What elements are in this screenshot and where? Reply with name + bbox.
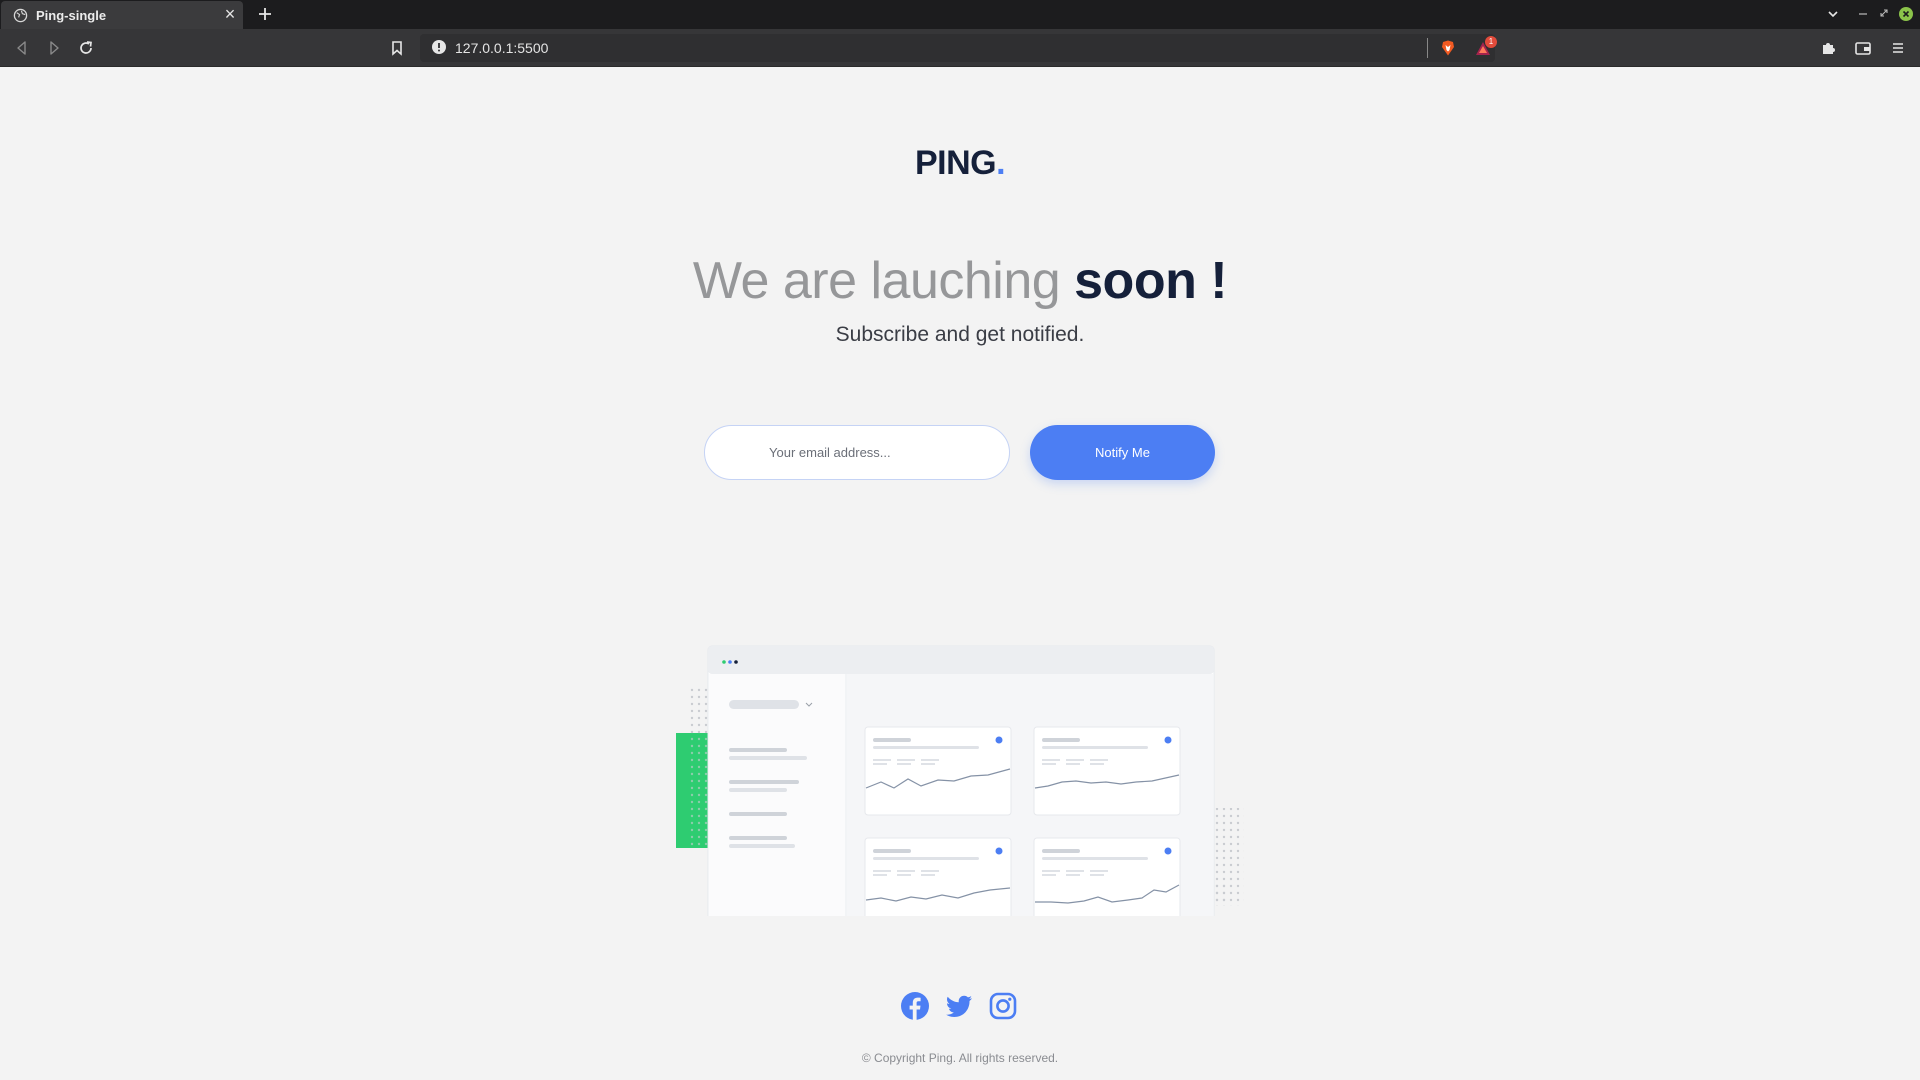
app-sidebar bbox=[709, 674, 845, 916]
toolbar-divider bbox=[1427, 38, 1428, 58]
tab-list-icon[interactable] bbox=[1825, 6, 1841, 22]
app-window-titlebar bbox=[708, 646, 1214, 674]
active-tab[interactable]: Ping-single × bbox=[1, 1, 243, 29]
page-viewport: PING. We are lauching soon ! Subscribe a… bbox=[0, 68, 1920, 1080]
chart-card bbox=[864, 837, 1012, 916]
headline-bold: soon ! bbox=[1074, 252, 1228, 310]
browser-toolbar: 127.0.0.1:5500 1 bbox=[0, 29, 1920, 67]
chart-card bbox=[864, 726, 1012, 816]
tab-strip: Ping-single × bbox=[0, 0, 1920, 29]
dashboard-illustration: slack bbox=[676, 645, 1244, 916]
chart-card bbox=[1033, 726, 1181, 816]
new-tab-icon[interactable] bbox=[255, 4, 275, 24]
page-title: We are lauching soon ! bbox=[0, 251, 1920, 311]
bookmark-icon[interactable] bbox=[388, 39, 406, 57]
tab-title: Ping-single bbox=[36, 8, 107, 23]
brave-shield-icon[interactable] bbox=[1439, 39, 1457, 57]
instagram-icon[interactable] bbox=[988, 991, 1018, 1021]
menu-icon[interactable] bbox=[1889, 39, 1907, 57]
restore-icon[interactable] bbox=[1878, 6, 1890, 22]
copyright-text: © Copyright Ping. All rights reserved. bbox=[861, 1051, 1059, 1065]
forward-icon[interactable] bbox=[45, 39, 63, 57]
site-info-icon[interactable] bbox=[431, 39, 447, 55]
minimize-icon[interactable] bbox=[1857, 6, 1869, 22]
extensions-icon[interactable] bbox=[1820, 39, 1838, 57]
chart-card bbox=[1033, 837, 1181, 916]
address-bar[interactable]: 127.0.0.1:5500 bbox=[420, 34, 1495, 62]
notify-button[interactable]: Notify Me bbox=[1030, 425, 1215, 480]
wallet-icon[interactable] bbox=[1854, 39, 1872, 57]
facebook-icon[interactable] bbox=[900, 991, 930, 1021]
social-links bbox=[0, 991, 1920, 1023]
headline-light: We are lauching bbox=[692, 252, 1075, 310]
notification-badge: 1 bbox=[1485, 36, 1497, 48]
twitter-icon[interactable] bbox=[944, 991, 974, 1021]
globe-icon bbox=[13, 8, 28, 23]
subtitle: Subscribe and get notified. bbox=[835, 323, 1085, 346]
close-window-icon[interactable] bbox=[1898, 6, 1914, 22]
back-icon[interactable] bbox=[13, 39, 31, 57]
logo: PING. bbox=[914, 144, 1006, 182]
reload-icon[interactable] bbox=[77, 39, 95, 57]
email-field[interactable] bbox=[704, 425, 1010, 480]
url-text: 127.0.0.1:5500 bbox=[455, 40, 549, 56]
dot-pattern-right bbox=[1214, 808, 1244, 906]
tab-close-icon[interactable]: × bbox=[222, 5, 238, 23]
